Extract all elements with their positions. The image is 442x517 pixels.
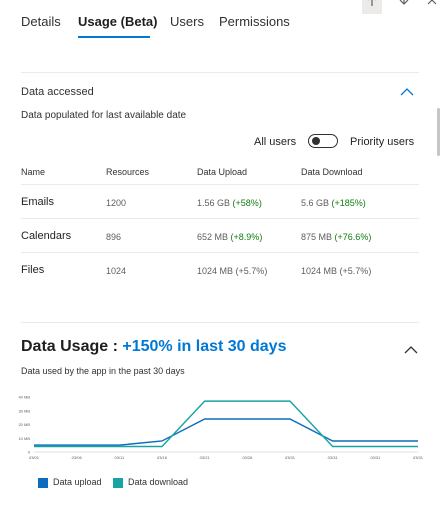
series-line-upload bbox=[34, 418, 418, 446]
section-divider bbox=[21, 72, 419, 73]
download-value: 875 MB bbox=[301, 232, 333, 242]
toggle-label-priority-users: Priority users bbox=[350, 136, 415, 148]
download-value: 5.6 GB bbox=[301, 198, 330, 208]
x-tick-label: 03/31 bbox=[285, 455, 296, 460]
y-tick-label: 10 MB bbox=[18, 436, 30, 441]
row-upload: 1024 MB (+5.7%) bbox=[197, 266, 267, 276]
arrow-down-icon[interactable] bbox=[394, 0, 414, 14]
row-resources: 896 bbox=[106, 232, 122, 242]
column-header-name: Name bbox=[21, 167, 46, 177]
tab-details[interactable]: Details bbox=[21, 14, 61, 29]
y-tick-label: 20 MB bbox=[18, 422, 30, 427]
legend-swatch-download bbox=[113, 478, 123, 488]
upload-change: (+58%) bbox=[232, 198, 262, 208]
row-divider bbox=[21, 218, 419, 219]
download-value: 1024 MB bbox=[301, 266, 338, 276]
y-tick-label: 40 MB bbox=[18, 395, 30, 400]
x-tick-label: 03/06 bbox=[72, 455, 83, 460]
row-resources: 1200 bbox=[106, 198, 127, 208]
upload-value: 1024 MB bbox=[197, 266, 234, 276]
x-tick-label: 03/01 bbox=[29, 455, 40, 460]
chevron-up-icon[interactable] bbox=[400, 84, 414, 102]
series-line-download bbox=[34, 400, 418, 448]
legend-swatch-upload bbox=[38, 478, 48, 488]
x-tick-label: 03/11 bbox=[114, 455, 124, 460]
tab-users[interactable]: Users bbox=[170, 14, 204, 29]
data-usage-title-prefix: Data Usage : bbox=[21, 338, 118, 355]
data-usage-title: Data Usage : +150% in last 30 days bbox=[21, 338, 286, 356]
data-accessed-subtitle: Data populated for last available date bbox=[21, 110, 187, 121]
x-tick-label: 03/31 bbox=[413, 455, 424, 460]
y-tick-label: 30 MB bbox=[18, 408, 30, 413]
legend-label-upload: Data upload bbox=[53, 477, 102, 487]
data-usage-chart: 40 MB 30 MB 20 MB 10 MB 003/01 03/06 03/11 03/1… bbox=[18, 395, 424, 461]
x-tick-label: 03/31 bbox=[328, 455, 339, 460]
upload-change: (+5.7%) bbox=[235, 266, 268, 276]
upload-change: (+8.9%) bbox=[230, 232, 263, 242]
upload-value: 652 MB bbox=[197, 232, 229, 242]
upload-value: 1.56 GB bbox=[197, 198, 231, 208]
row-name: Calendars bbox=[21, 230, 72, 242]
download-change: (+76.6%) bbox=[334, 232, 372, 242]
data-accessed-title: Data accessed bbox=[21, 86, 94, 98]
column-header-download: Data Download bbox=[301, 167, 363, 177]
x-tick-label: 03/16 bbox=[157, 455, 168, 460]
row-download: 1024 MB (+5.7%) bbox=[301, 266, 371, 276]
column-header-upload: Data Upload bbox=[197, 167, 248, 177]
download-change: (+5.7%) bbox=[339, 266, 372, 276]
table-header-divider bbox=[21, 184, 419, 185]
row-name: Files bbox=[21, 264, 45, 276]
x-tick-label: 03/26 bbox=[242, 455, 253, 460]
row-download: 5.6 GB (+185%) bbox=[301, 198, 366, 208]
toggle-knob bbox=[312, 137, 320, 145]
y-tick-label: 0 bbox=[28, 450, 31, 455]
row-upload: 1.56 GB (+58%) bbox=[197, 198, 262, 208]
row-resources: 1024 bbox=[106, 266, 127, 276]
toggle-label-all-users: All users bbox=[254, 136, 297, 148]
x-tick-label: 03/31 bbox=[370, 455, 381, 460]
chevron-up-icon[interactable] bbox=[404, 342, 418, 360]
users-toggle[interactable] bbox=[308, 134, 338, 148]
scrollbar-thumb[interactable] bbox=[437, 108, 440, 156]
data-usage-subtitle: Data used by the app in the past 30 days bbox=[21, 366, 185, 376]
active-tab-indicator bbox=[78, 36, 150, 38]
tab-permissions[interactable]: Permissions bbox=[219, 14, 290, 29]
row-upload: 652 MB (+8.9%) bbox=[197, 232, 262, 242]
tab-usage[interactable]: Usage (Beta) bbox=[78, 14, 157, 29]
row-download: 875 MB (+76.6%) bbox=[301, 232, 371, 242]
data-usage-title-highlight: +150% in last 30 days bbox=[122, 338, 287, 355]
row-name: Emails bbox=[21, 196, 55, 208]
section-divider bbox=[21, 322, 419, 323]
download-change: (+185%) bbox=[331, 198, 366, 208]
legend-label-download: Data download bbox=[128, 477, 189, 487]
close-icon[interactable] bbox=[424, 0, 442, 14]
row-divider bbox=[21, 252, 419, 253]
arrow-up-icon[interactable] bbox=[362, 0, 382, 14]
column-header-resources: Resources bbox=[106, 167, 150, 177]
x-tick-label: 03/21 bbox=[200, 455, 211, 460]
